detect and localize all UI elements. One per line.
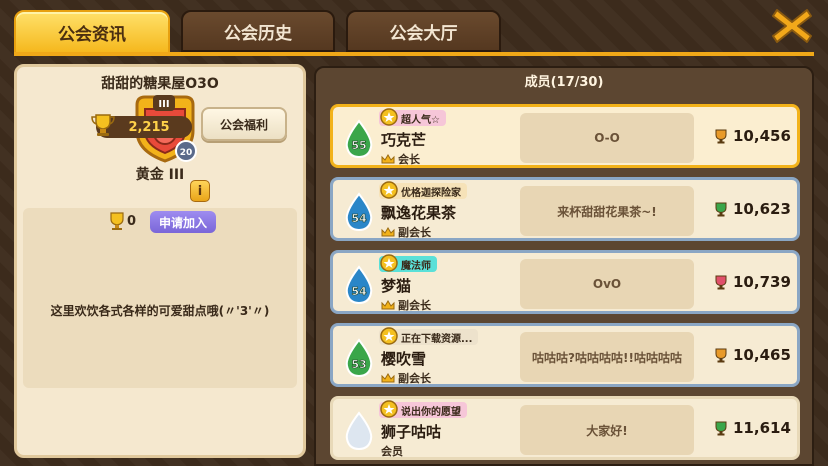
member-name: 巧克芒 (381, 131, 427, 149)
crown-icon (381, 154, 395, 164)
member-role: 副会长 (381, 370, 431, 386)
member-role-label: 会员 (381, 445, 403, 458)
member-name: 樱吹雪 (381, 350, 427, 368)
close-icon (772, 9, 812, 43)
member-level: 53 (351, 358, 366, 371)
crown-icon (381, 227, 395, 237)
member-message: OvO (520, 259, 694, 309)
tab-underline (14, 52, 814, 56)
guild-description: 这里欢饮各式各样的可爱甜点哦(〃'3'〃) (50, 304, 270, 318)
member-title-tag: 魔法师 (379, 254, 437, 272)
member-score: 11,614 (733, 419, 791, 437)
level-drop-icon (345, 411, 373, 451)
trophy-icon (715, 129, 727, 144)
member-role: 会员 (381, 443, 403, 459)
member-score: 10,623 (733, 200, 791, 218)
member-title: 正在下载资源... (401, 333, 473, 345)
badge-level: 20 (180, 148, 193, 158)
member-score: 10,456 (733, 127, 791, 145)
member-row[interactable]: 54 优格迦探险家 飘逸花果茶 副会长 来杯甜甜花果茶~! 10,623 (330, 177, 800, 241)
member-score-group: 10,456 (713, 127, 791, 145)
member-title: 说出你的愿望 (401, 406, 461, 418)
member-message: 咕咕咕?咕咕咕咕!!咕咕咕咕 (520, 332, 694, 382)
member-message: 来杯甜甜花果茶~! (520, 186, 694, 236)
trophy-icon (715, 202, 727, 217)
points-info-button[interactable]: i (190, 180, 210, 202)
member-score-group: 11,614 (713, 419, 791, 437)
required-trophy-icon (110, 212, 124, 230)
member-row[interactable]: 53 正在下载资源... 樱吹雪 副会长 咕咕咕?咕咕咕咕!!咕咕咕咕 10,4… (330, 323, 800, 387)
member-name: 飘逸花果茶 (381, 204, 457, 222)
apply-join-button[interactable]: 申请加入 (150, 211, 216, 233)
title-badge-icon (380, 254, 398, 272)
guild-rank: 黄金 III (135, 167, 185, 183)
title-badge-icon (380, 400, 398, 418)
level-drop-icon: 53 (345, 338, 373, 378)
member-score: 10,465 (733, 346, 791, 364)
member-score-group: 10,623 (713, 200, 791, 218)
close-button[interactable] (764, 6, 820, 46)
member-title-tag: 正在下载资源... (379, 327, 479, 345)
trophy-icon (715, 348, 727, 363)
member-row[interactable]: 说出你的愿望 狮子咕咕 会员 大家好! 11,614 (330, 396, 800, 460)
title-badge-icon (380, 108, 398, 126)
member-name: 梦猫 (381, 277, 412, 295)
tab-guild-info[interactable]: 公会资讯 (14, 10, 170, 54)
title-badge-icon (380, 181, 398, 199)
level-drop-icon: 54 (345, 265, 373, 305)
title-badge-icon (380, 327, 398, 345)
member-level: 54 (351, 285, 367, 298)
crown-icon (381, 373, 395, 383)
member-role-label: 会长 (398, 153, 420, 166)
level-drop-icon: 55 (345, 119, 373, 159)
trophy-icon (715, 275, 727, 290)
members-header: 成员(17/30) (524, 75, 604, 90)
member-title: 魔法师 (401, 260, 431, 272)
badge-rank: III (158, 99, 169, 110)
member-role: 副会长 (381, 224, 431, 240)
member-role-label: 副会长 (398, 372, 431, 385)
member-row[interactable]: 55 超人气☆ 巧克芒 会长 O-O 10,456 (330, 104, 800, 168)
member-row[interactable]: 54 魔法师 梦猫 副会长 OvO 10,739 (330, 250, 800, 314)
guild-name: 甜甜的糖果屋O3O (101, 76, 219, 92)
member-title-tag: 说出你的愿望 (379, 400, 467, 418)
member-title: 优格迦探险家 (401, 187, 461, 199)
member-level: 55 (351, 139, 366, 152)
member-role-label: 副会长 (398, 226, 431, 239)
trophy-icon (91, 114, 115, 136)
tab-guild-history[interactable]: 公会历史 (181, 10, 335, 52)
member-name: 狮子咕咕 (381, 423, 442, 441)
member-title: 超人气☆ (401, 114, 440, 126)
trophy-icon (715, 421, 727, 436)
member-message: 大家好! (520, 405, 694, 455)
member-score-group: 10,465 (713, 346, 791, 364)
member-score-group: 10,739 (713, 273, 791, 291)
required-trophies: 0 (127, 214, 137, 229)
member-role: 会长 (381, 151, 420, 167)
member-score: 10,739 (733, 273, 791, 291)
member-level: 54 (351, 212, 367, 225)
member-title-tag: 优格迦探险家 (379, 181, 467, 199)
member-message: O-O (520, 113, 694, 163)
member-role: 副会长 (381, 297, 431, 313)
guild-welfare-button[interactable]: 公会福利 (201, 107, 287, 141)
level-drop-icon: 54 (345, 192, 373, 232)
member-role-label: 副会长 (398, 299, 431, 312)
tab-guild-hall[interactable]: 公会大厅 (346, 10, 501, 52)
crown-icon (381, 300, 395, 310)
guild-description-area (23, 208, 297, 388)
guild-points: 2,215 (128, 119, 170, 135)
member-title-tag: 超人气☆ (379, 108, 446, 126)
